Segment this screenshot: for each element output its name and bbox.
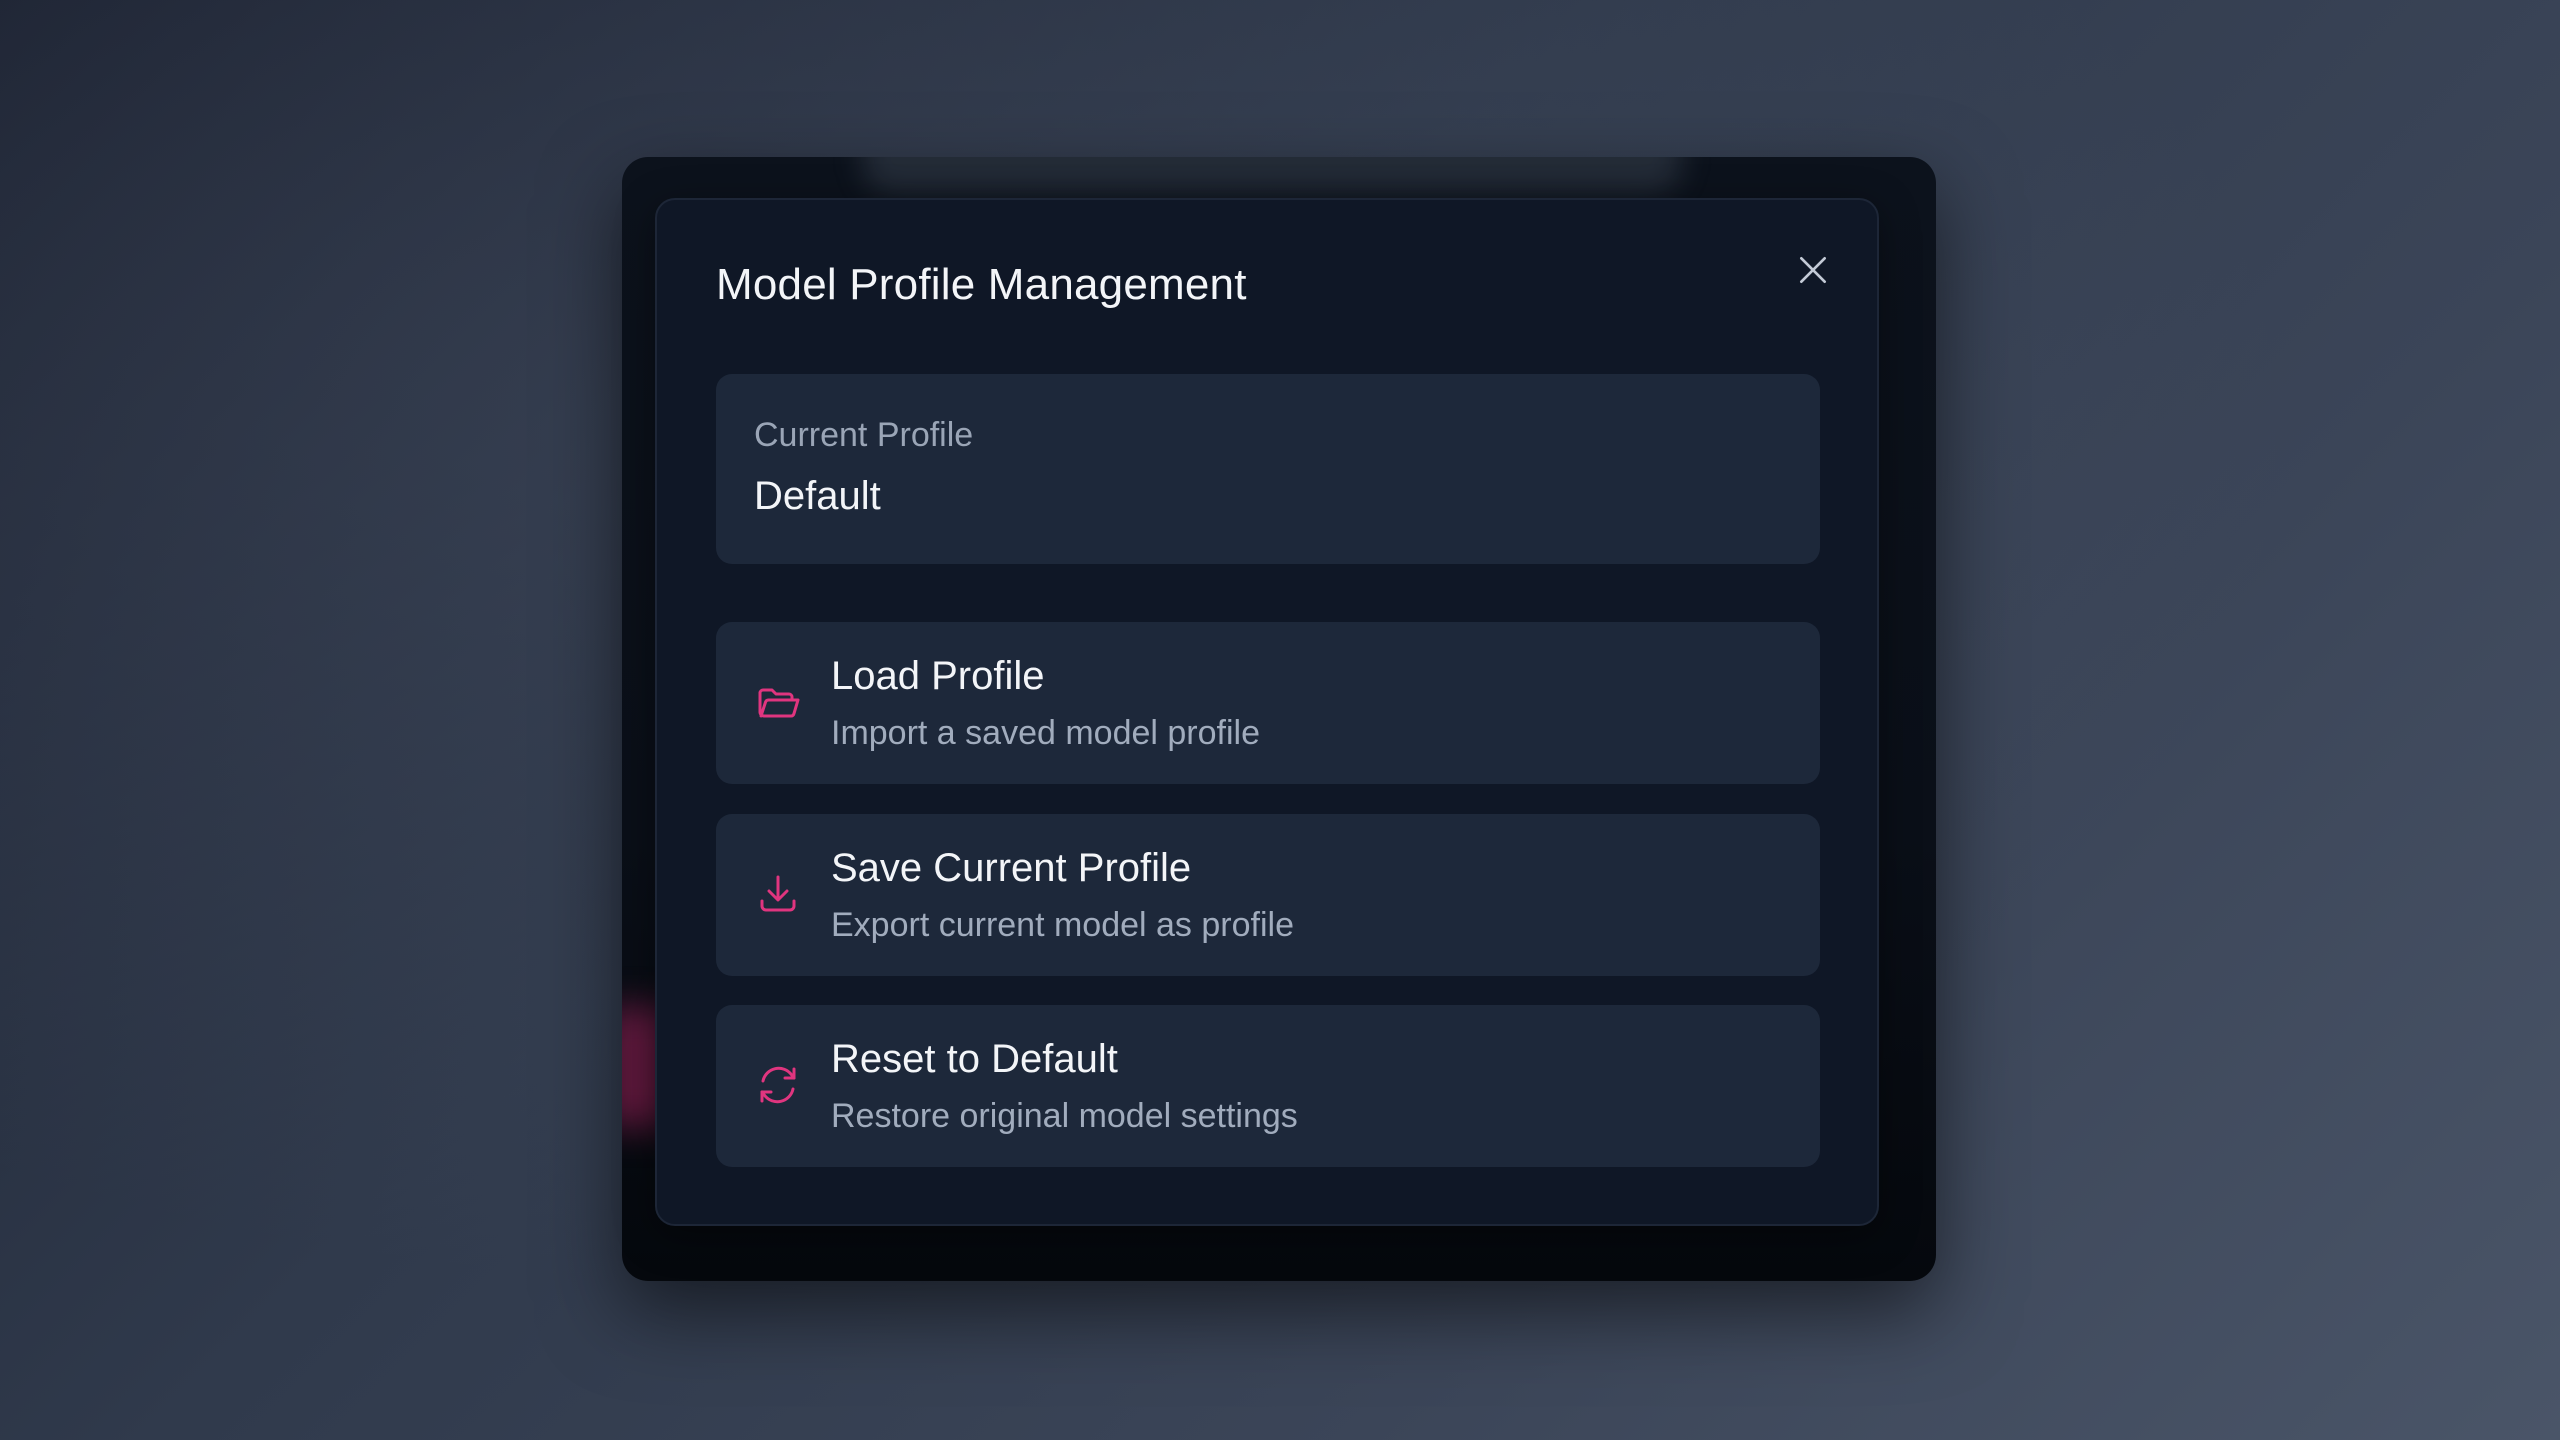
load-profile-title: Load Profile bbox=[831, 654, 1045, 698]
background-title-blur bbox=[862, 157, 1682, 193]
folder-open-icon bbox=[752, 676, 804, 728]
refresh-icon bbox=[752, 1059, 804, 1111]
current-profile-label: Current Profile bbox=[754, 416, 974, 454]
profile-management-dialog: Model Profile Management Current Profile… bbox=[655, 198, 1879, 1226]
save-current-profile-button[interactable]: Save Current Profile Export current mode… bbox=[716, 814, 1820, 976]
download-icon bbox=[752, 868, 804, 920]
load-profile-description: Import a saved model profile bbox=[831, 714, 1260, 752]
load-profile-button[interactable]: Load Profile Import a saved model profil… bbox=[716, 622, 1820, 784]
reset-default-description: Restore original model settings bbox=[831, 1097, 1298, 1135]
current-profile-value: Default bbox=[754, 474, 881, 518]
close-icon bbox=[1800, 257, 1826, 283]
current-profile-card: Current Profile Default bbox=[716, 374, 1820, 564]
save-profile-title: Save Current Profile bbox=[831, 846, 1192, 890]
reset-default-title: Reset to Default bbox=[831, 1037, 1118, 1081]
save-profile-description: Export current model as profile bbox=[831, 906, 1294, 944]
dialog-title: Model Profile Management bbox=[716, 260, 1247, 309]
close-button[interactable] bbox=[1787, 244, 1839, 296]
reset-to-default-button[interactable]: Reset to Default Restore original model … bbox=[716, 1005, 1820, 1167]
